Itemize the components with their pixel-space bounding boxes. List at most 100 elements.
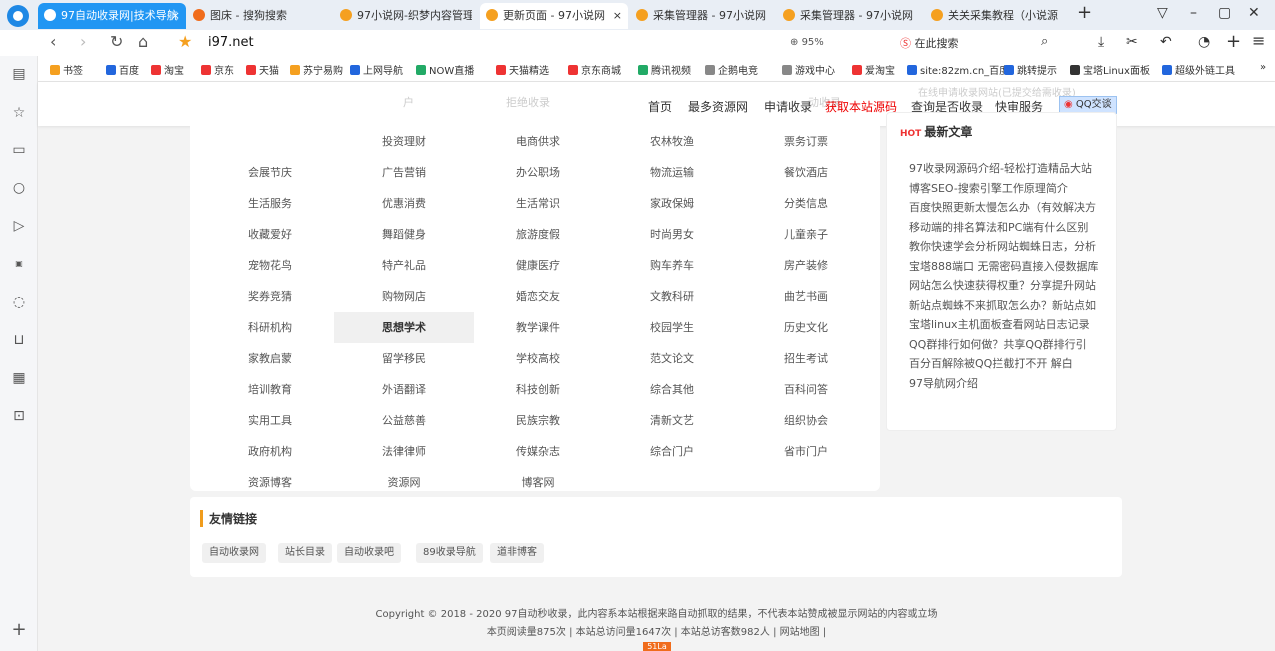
article-link[interactable]: 移动端的排名算法和PC端有什么区别 [909, 219, 1088, 235]
tab-collector-1[interactable]: 采集管理器 - 97小说网 [630, 3, 775, 29]
cart-icon[interactable]: ⊔ [11, 332, 27, 348]
menu-icon[interactable]: ≡ [1252, 31, 1265, 50]
category-link[interactable]: 法律律师 [334, 436, 474, 467]
category-link[interactable]: 培训教育 [200, 374, 340, 405]
category-link[interactable]: 教学课件 [468, 312, 608, 343]
bookmark-item[interactable]: 淘宝 [151, 62, 184, 77]
category-link[interactable]: 传媒杂志 [468, 436, 608, 467]
search-icon[interactable]: ○ [11, 180, 27, 196]
bookmark-item[interactable]: 爱淘宝 [852, 62, 895, 77]
category-link[interactable]: 范文论文 [602, 343, 742, 374]
category-link[interactable]: 会展节庆 [200, 157, 340, 188]
forward-icon[interactable]: › [80, 32, 86, 51]
category-link[interactable]: 儿童亲子 [736, 219, 876, 250]
nav-home[interactable]: 首页 [648, 98, 672, 115]
category-link[interactable]: 购车养车 [602, 250, 742, 281]
close-icon[interactable]: × [613, 3, 622, 29]
bookmark-item[interactable]: 京东商城 [568, 62, 621, 77]
bookmark-item[interactable]: 百度 [106, 62, 139, 77]
nav-resources[interactable]: 最多资源网 [688, 98, 748, 115]
add-icon[interactable]: + [1226, 31, 1241, 52]
close-window-icon[interactable]: ✕ [1248, 5, 1260, 21]
tab-dedecms[interactable]: 97小说网-织梦内容管理 [334, 3, 472, 29]
undo-icon[interactable]: ↶ [1160, 34, 1172, 50]
category-link[interactable]: 广告营销 [334, 157, 474, 188]
bookmark-item[interactable]: 游戏中心 [782, 62, 835, 77]
category-link[interactable]: 奖券竞猜 [200, 281, 340, 312]
add-icon[interactable]: + [11, 621, 27, 639]
bookmark-item[interactable]: 腾讯视频 [638, 62, 691, 77]
friend-link[interactable]: 道非博客 [490, 543, 544, 563]
sidebar-reader-icon[interactable]: ▤ [11, 66, 27, 82]
star-icon[interactable]: ☆ [11, 105, 27, 121]
maximize-icon[interactable]: ▢ [1218, 5, 1231, 21]
category-link[interactable]: 餐饮酒店 [736, 157, 876, 188]
category-link[interactable]: 百科问答 [736, 374, 876, 405]
bookmark-item[interactable]: 京东 [201, 62, 234, 77]
category-link[interactable]: 家教启蒙 [200, 343, 340, 374]
article-link[interactable]: 网站怎么快速获得权重？分享提升网站 [909, 277, 1096, 293]
category-link[interactable]: 思想学术 [334, 312, 474, 343]
article-link[interactable]: 博客SEO-搜索引擎工作原理简介 [909, 180, 1068, 196]
live-icon[interactable]: ▣ [11, 256, 27, 272]
category-link[interactable]: 办公职场 [468, 157, 608, 188]
category-link[interactable]: 优惠消费 [334, 188, 474, 219]
friend-link[interactable]: 自动收录吧 [337, 543, 401, 563]
category-link[interactable]: 婚恋交友 [468, 281, 608, 312]
article-link[interactable]: 97收录网源码介绍-轻松打造精品大站 [909, 160, 1092, 176]
tab-sogou[interactable]: 图床 - 搜狗搜索 [187, 3, 317, 29]
nav-apply[interactable]: 申请收录 [764, 98, 812, 115]
category-link[interactable]: 学校高校 [468, 343, 608, 374]
tab-97-autolinks[interactable]: 97自动收录网|技术导航 × [38, 3, 186, 29]
category-link[interactable]: 博客网 [468, 467, 608, 498]
category-link[interactable]: 生活服务 [200, 188, 340, 219]
category-link[interactable]: 舞蹈健身 [334, 219, 474, 250]
category-link[interactable]: 农林牧渔 [602, 126, 742, 157]
friend-link[interactable]: 站长目录 [278, 543, 332, 563]
category-link[interactable]: 房产装修 [736, 250, 876, 281]
article-link[interactable]: 宝塔888端口 无需密码直接入侵数据库 [909, 258, 1099, 274]
bookmark-item[interactable]: 天猫精选 [496, 62, 549, 77]
bookmark-item[interactable]: 书签 [50, 62, 83, 77]
category-link[interactable]: 留学移民 [334, 343, 474, 374]
category-link[interactable]: 资源博客 [200, 467, 340, 498]
article-link[interactable]: 新站点蜘蛛不来抓取怎么办？新站点如 [909, 297, 1096, 313]
article-link[interactable]: QQ群排行如何做？共享QQ群排行引 [909, 336, 1087, 352]
category-link[interactable]: 科技创新 [468, 374, 608, 405]
search-icon[interactable]: ⌕ [1041, 34, 1048, 49]
bookmark-item[interactable]: 上网导航 [350, 62, 403, 77]
category-link[interactable]: 招生考试 [736, 343, 876, 374]
category-link[interactable]: 资源网 [334, 467, 474, 498]
search-box[interactable]: Ⓢ 在此搜索 [900, 35, 1050, 51]
category-link[interactable]: 综合门户 [602, 436, 742, 467]
category-link[interactable]: 政府机构 [200, 436, 340, 467]
category-link[interactable]: 时尚男女 [602, 219, 742, 250]
category-link[interactable]: 电商供求 [468, 126, 608, 157]
tab-guanguan[interactable]: 关关采集教程（小说源 [925, 3, 1065, 29]
bookmark-item[interactable]: 宝塔Linux面板 [1070, 62, 1150, 77]
category-link[interactable]: 省市门户 [736, 436, 876, 467]
category-link[interactable]: 清新文艺 [602, 405, 742, 436]
category-link[interactable]: 生活常识 [468, 188, 608, 219]
book-icon[interactable]: ▭ [11, 142, 27, 158]
category-link[interactable]: 科研机构 [200, 312, 340, 343]
shield-icon[interactable]: ▽ [1157, 5, 1168, 21]
category-link[interactable]: 物流运输 [602, 157, 742, 188]
bookmark-item[interactable]: 超级外链工具 [1162, 62, 1235, 77]
category-link[interactable]: 购物网店 [334, 281, 474, 312]
friend-link[interactable]: 自动收录网 [202, 543, 266, 563]
category-link[interactable]: 票务订票 [736, 126, 876, 157]
home-icon[interactable]: ⌂ [138, 32, 148, 51]
category-link[interactable]: 健康医疗 [468, 250, 608, 281]
bookmark-item[interactable]: 跳转提示 [1004, 62, 1057, 77]
more-bookmarks-icon[interactable]: » [1260, 62, 1266, 73]
category-link[interactable]: 旅游度假 [468, 219, 608, 250]
article-link[interactable]: 百度快照更新太慢怎么办（有效解决方 [909, 199, 1096, 215]
category-link[interactable]: 综合其他 [602, 374, 742, 405]
friend-link[interactable]: 89收录导航 [416, 543, 483, 563]
chat-icon[interactable]: ◌ [11, 294, 27, 310]
url-input[interactable]: i97.net [208, 35, 254, 50]
category-link[interactable]: 投资理财 [334, 126, 474, 157]
category-link[interactable]: 校园学生 [602, 312, 742, 343]
bookmark-item[interactable]: 企鹅电竞 [705, 62, 758, 77]
